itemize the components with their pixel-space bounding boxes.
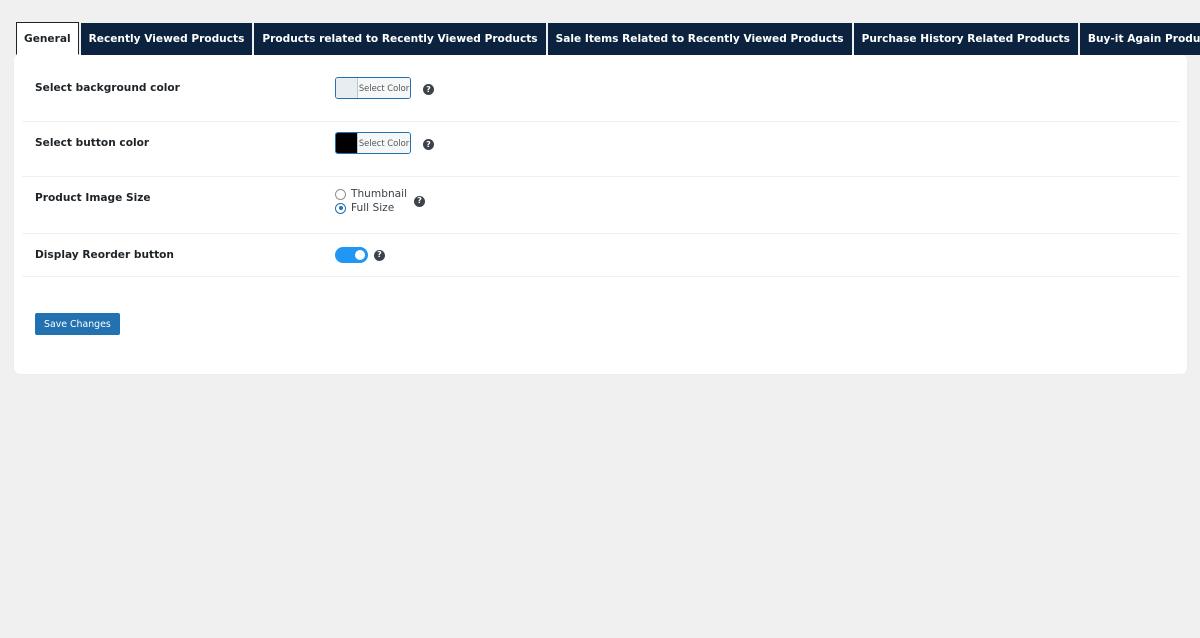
radio-option-full-size[interactable]: Full Size	[335, 202, 407, 214]
button-color-label: Select button color	[35, 137, 150, 149]
reorder-button-field: ?	[335, 247, 385, 263]
tab-label: General	[24, 32, 71, 45]
help-icon[interactable]: ?	[374, 249, 385, 261]
product-image-size-field: Thumbnail Full Size ?	[335, 188, 426, 214]
button-color-picker[interactable]: Select Color	[335, 132, 411, 154]
radio-option-thumbnail[interactable]: Thumbnail	[335, 188, 407, 200]
reorder-button-toggle[interactable]	[335, 247, 368, 263]
toggle-knob	[355, 250, 365, 260]
tab-label: Sale Items Related to Recently Viewed Pr…	[555, 33, 844, 45]
image-size-radio-group: Thumbnail Full Size	[335, 188, 407, 214]
save-changes-button[interactable]: Save Changes	[35, 313, 120, 335]
background-color-swatch[interactable]	[336, 78, 358, 98]
full-size-radio[interactable]	[335, 202, 346, 214]
full-size-label: Full Size	[351, 202, 395, 214]
background-color-field: Select Color ?	[335, 77, 434, 99]
tab-products-related-to-recently-viewed[interactable]: Products related to Recently Viewed Prod…	[254, 23, 546, 55]
tab-label: Products related to Recently Viewed Prod…	[262, 33, 538, 45]
setting-row-product-image-size: Product Image Size Thumbnail Full Size ?	[22, 177, 1179, 234]
button-color-swatch[interactable]	[336, 133, 358, 153]
settings-tabs: General Recently Viewed Products Product…	[16, 22, 1200, 55]
help-icon[interactable]: ?	[423, 84, 434, 95]
tab-general[interactable]: General	[16, 22, 79, 55]
setting-row-background-color: Select background color Select Color ?	[22, 54, 1179, 122]
tab-label: Buy-it Again Products	[1087, 33, 1200, 45]
tab-buy-it-again[interactable]: Buy-it Again Products	[1079, 23, 1200, 55]
tab-sale-items-related[interactable]: Sale Items Related to Recently Viewed Pr…	[547, 23, 852, 55]
product-image-size-label: Product Image Size	[35, 192, 151, 204]
thumbnail-radio[interactable]	[335, 188, 346, 200]
tab-label: Recently Viewed Products	[88, 33, 245, 45]
setting-row-reorder-button: Display Reorder button ?	[22, 234, 1179, 277]
reorder-button-label: Display Reorder button	[35, 249, 174, 261]
tab-purchase-history-related[interactable]: Purchase History Related Products	[853, 23, 1078, 55]
settings-panel: Select background color Select Color ? S…	[14, 54, 1187, 374]
thumbnail-label: Thumbnail	[351, 188, 408, 200]
help-icon[interactable]: ?	[414, 195, 426, 207]
tab-recently-viewed-products[interactable]: Recently Viewed Products	[80, 23, 253, 55]
setting-row-button-color: Select button color Select Color ?	[22, 122, 1179, 177]
background-color-picker[interactable]: Select Color	[335, 77, 411, 99]
background-color-picker-label: Select Color	[358, 78, 410, 98]
help-icon[interactable]: ?	[423, 139, 434, 150]
button-color-field: Select Color ?	[335, 132, 434, 154]
background-color-label: Select background color	[35, 82, 180, 94]
tab-label: Purchase History Related Products	[861, 33, 1070, 45]
button-color-picker-label: Select Color	[358, 133, 410, 153]
